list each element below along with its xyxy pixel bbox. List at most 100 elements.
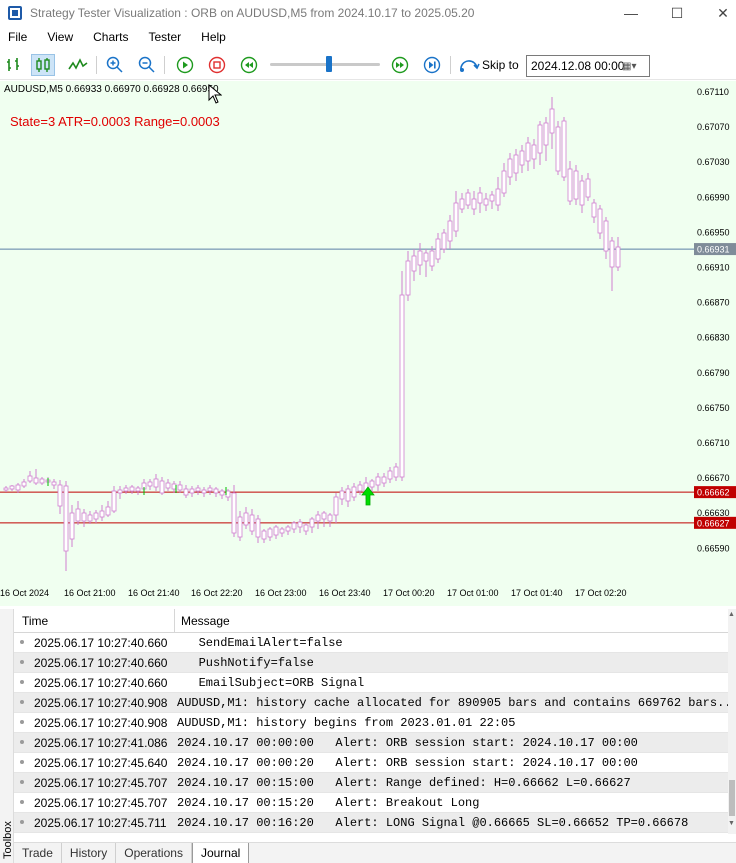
time-axis-label: 17 Oct 02:20 — [575, 588, 627, 598]
bearish-candle — [543, 122, 549, 146]
bearish-candle — [597, 208, 603, 234]
price-axis-label: 0.66790 — [697, 368, 730, 378]
bearish-candle — [495, 188, 501, 206]
table-row[interactable]: 2025.06.17 10:27:45.707 2024.10.17 00:15:… — [14, 773, 728, 793]
table-row[interactable]: 2025.06.17 10:27:45.707 2024.10.17 00:15:… — [14, 793, 728, 813]
log-bullet-icon — [20, 760, 24, 764]
bearish-candle — [291, 522, 297, 530]
tab-operations[interactable]: Operations — [116, 843, 192, 863]
table-row[interactable]: 2025.06.17 10:27:40.660 EmailSubject=ORB… — [14, 673, 728, 693]
bearish-candle — [297, 521, 303, 528]
table-row[interactable]: 2025.06.17 10:27:41.086 2024.10.17 00:00:… — [14, 733, 728, 753]
row-time: 2025.06.17 10:27:45.707 — [34, 776, 168, 790]
time-axis-label: 16 Oct 21:00 — [64, 588, 116, 598]
tab-journal[interactable]: Journal — [191, 843, 250, 863]
minimize-button[interactable]: — — [608, 0, 654, 26]
tab-history[interactable]: History — [62, 843, 117, 863]
rewind-icon — [240, 56, 258, 74]
step-forward-icon — [423, 56, 441, 74]
menu-help[interactable]: Help — [193, 30, 234, 44]
table-row[interactable]: 2025.06.17 10:27:40.660 PushNotify=false — [14, 653, 728, 673]
bearish-candle — [63, 485, 69, 552]
window-title: Strategy Tester Visualization : ORB on A… — [30, 6, 475, 20]
column-divider[interactable] — [174, 609, 175, 633]
bearish-candle — [273, 526, 279, 536]
zoom-in-button[interactable] — [103, 54, 127, 76]
bearish-candle — [309, 518, 315, 528]
toolbox-label[interactable]: Toolbox — [2, 819, 14, 859]
bearish-candle — [585, 178, 591, 198]
journal-header: Time Message — [14, 609, 728, 633]
log-bullet-icon — [20, 700, 24, 704]
bearish-candle — [225, 490, 231, 498]
scroll-up-icon[interactable]: ▲ — [728, 611, 735, 618]
scroll-down-icon[interactable]: ▼ — [728, 820, 735, 827]
row-time: 2025.06.17 10:27:45.640 — [34, 756, 168, 770]
slow-down-button[interactable] — [237, 54, 261, 76]
toolbar-separator — [164, 56, 165, 74]
bearish-candle — [423, 252, 429, 262]
bearish-candle — [441, 232, 447, 250]
play-icon — [176, 56, 194, 74]
time-axis-label: 16 Oct 22:20 — [191, 588, 243, 598]
column-header-time[interactable]: Time — [22, 614, 48, 628]
maximize-button[interactable]: ☐ — [654, 0, 700, 26]
time-axis-label: 17 Oct 00:20 — [383, 588, 435, 598]
bearish-candle — [261, 530, 267, 540]
bearish-candle — [183, 488, 189, 496]
bearish-candle — [195, 487, 201, 492]
bearish-candle — [315, 514, 321, 522]
bar-chart-button[interactable] — [2, 54, 26, 76]
bearish-candle — [501, 170, 507, 194]
price-chart[interactable]: 0.67110 0.67070 0.67030 0.66990 0.66950 0.669… — [0, 81, 736, 606]
calendar-dropdown-icon[interactable]: ▦▾ — [622, 58, 648, 74]
bearish-candle — [573, 170, 579, 200]
bearish-candle — [75, 508, 81, 522]
speed-slider-track[interactable] — [270, 63, 380, 66]
bearish-candle — [171, 483, 177, 490]
row-message: 2024.10.17 00:00:20 Alert: ORB session s… — [177, 756, 638, 770]
bearish-candle — [369, 480, 375, 488]
price-axis-label: 0.66950 — [697, 227, 730, 237]
speed-slider-thumb[interactable] — [326, 56, 332, 72]
journal-scroll-thumb[interactable] — [729, 780, 735, 816]
range-low-tag-text: 0.66627 — [697, 518, 730, 528]
skip-to-button[interactable] — [457, 54, 481, 76]
bearish-candle — [21, 481, 27, 487]
bearish-candle — [399, 294, 405, 478]
stop-button[interactable] — [205, 54, 229, 76]
play-button[interactable] — [173, 54, 197, 76]
menu-file[interactable]: File — [0, 30, 35, 44]
line-chart-button[interactable] — [66, 54, 90, 76]
table-row[interactable]: 2025.06.17 10:27:40.908 AUDUSD,M1: histor… — [14, 693, 728, 713]
menu-view[interactable]: View — [39, 30, 81, 44]
log-bullet-icon — [20, 660, 24, 664]
bearish-candle — [519, 150, 525, 166]
table-row[interactable]: 2025.06.17 10:27:40.660 SendEmailAlert=f… — [14, 633, 728, 653]
table-row[interactable]: 2025.06.17 10:27:45.640 2024.10.17 00:00:… — [14, 753, 728, 773]
stop-icon — [208, 56, 226, 74]
close-button[interactable]: ✕ — [700, 0, 736, 26]
tab-trade[interactable]: Trade — [14, 843, 62, 863]
column-header-message[interactable]: Message — [181, 614, 230, 628]
zoom-out-button[interactable] — [135, 54, 159, 76]
table-row[interactable]: 2025.06.17 10:27:40.908 AUDUSD,M1: histor… — [14, 713, 728, 733]
step-forward-button[interactable] — [420, 54, 444, 76]
table-row[interactable]: 2025.06.17 10:27:45.711 2024.10.17 00:16:… — [14, 813, 728, 833]
speed-up-button[interactable] — [388, 54, 412, 76]
fast-forward-icon — [391, 56, 409, 74]
bearish-candle — [243, 512, 249, 526]
skip-to-label: Skip to — [482, 58, 519, 72]
bearish-candle — [33, 477, 39, 484]
bearish-candle — [123, 487, 129, 492]
bearish-candle — [51, 481, 57, 486]
candlestick-button[interactable] — [31, 54, 55, 76]
menu-charts[interactable]: Charts — [85, 30, 136, 44]
menu-tester[interactable]: Tester — [140, 30, 189, 44]
row-time: 2025.06.17 10:27:40.660 — [34, 676, 168, 690]
bearish-candle — [561, 120, 567, 178]
bearish-candle — [513, 154, 519, 174]
toolbar-separator — [96, 56, 97, 74]
bearish-candle — [147, 481, 153, 487]
bearish-candle — [417, 250, 423, 266]
